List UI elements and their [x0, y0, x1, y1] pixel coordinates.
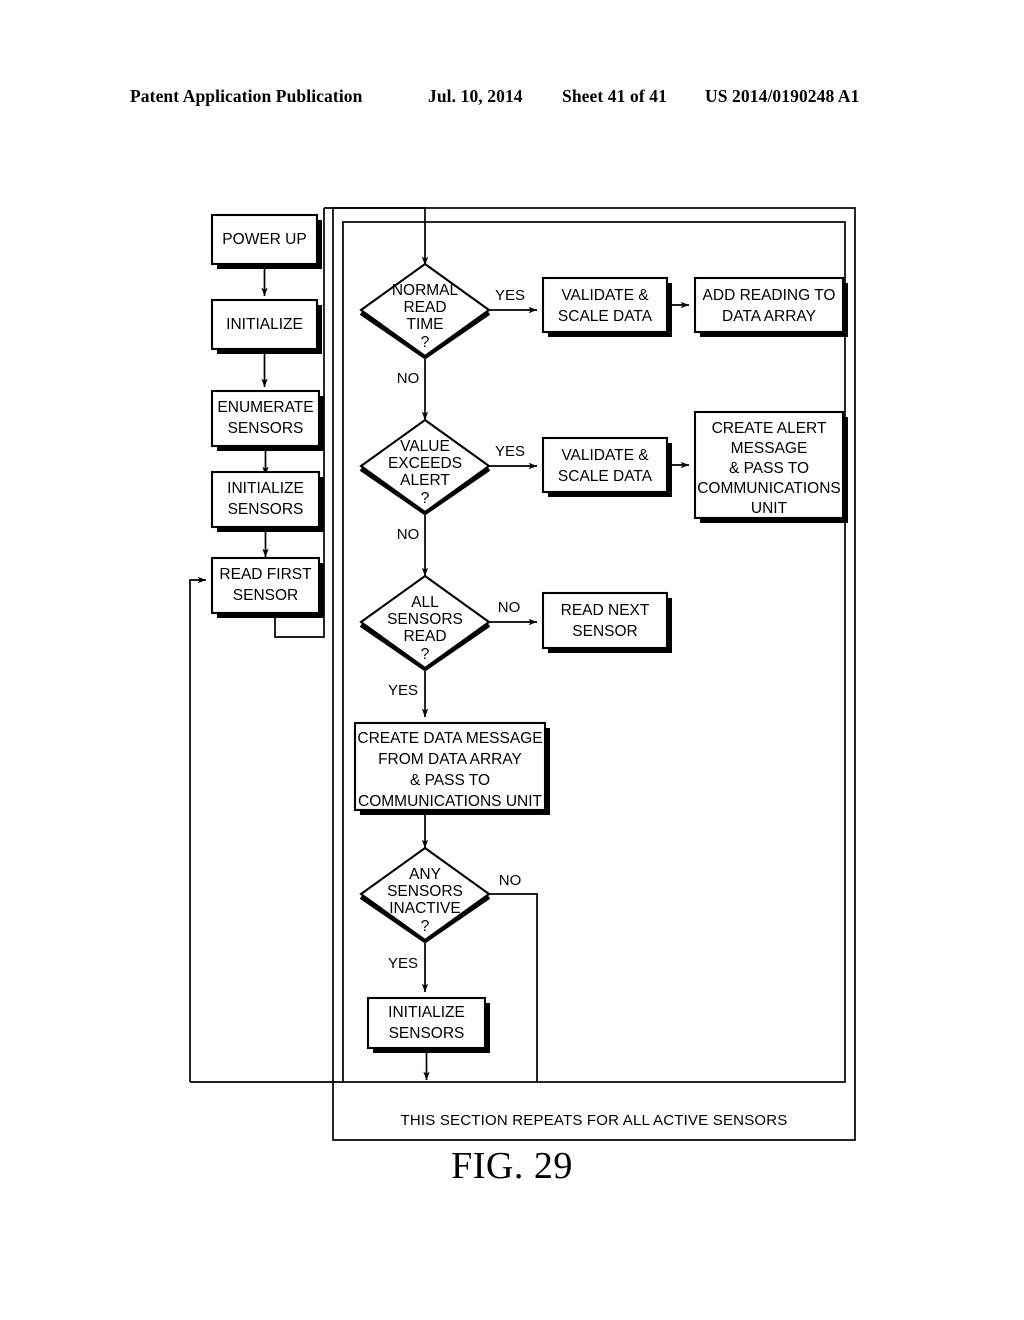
flowchart-figure: POWER UP INITIALIZE ENUMERATE SENSORS IN… [189, 207, 856, 1141]
node-create-alert-line1: CREATE ALERT [712, 420, 827, 437]
node-create-data-msg-line3: & PASS TO [410, 772, 490, 789]
node-create-data-msg-line1: CREATE DATA MESSAGE [357, 730, 542, 747]
node-any-sensors-inactive: ANY SENSORS INACTIVE ? [359, 846, 491, 943]
edge-label-yes-1: YES [495, 287, 525, 304]
edge-label-no-4: NO [499, 872, 522, 889]
node-init-sensors2-line1: INITIALIZE [388, 1004, 465, 1021]
node-value-exceeds-line3: ALERT [400, 472, 450, 489]
edge-label-yes-2: YES [495, 443, 525, 460]
node-read-next-line1: READ NEXT [561, 602, 650, 619]
node-create-alert-message: CREATE ALERT MESSAGE & PASS TO COMMUNICA… [693, 410, 848, 523]
edge-label-yes-3: YES [388, 682, 418, 699]
node-initialize: INITIALIZE [210, 298, 322, 354]
node-init-sensors2-line2: SENSORS [389, 1025, 465, 1042]
node-value-exceeds-line1: VALUE [400, 438, 450, 455]
edge-label-no-2: NO [397, 526, 420, 543]
node-all-sensors-line1: ALL [411, 594, 439, 611]
node-create-data-msg-line4: COMMUNICATIONS UNIT [358, 793, 543, 810]
edge-label-yes-4: YES [388, 955, 418, 972]
node-power-up: POWER UP [210, 213, 322, 269]
node-normal-read-time: NORMAL READ TIME ? [359, 262, 491, 359]
node-create-data-message: CREATE DATA MESSAGE FROM DATA ARRAY & PA… [353, 721, 550, 815]
node-read-first-sensor-line2: SENSOR [233, 587, 298, 604]
patent-sheet-page: Patent Application Publication Jul. 10, … [0, 0, 1024, 1320]
node-validate1-line2: SCALE DATA [558, 308, 653, 325]
node-initialize-sensors: INITIALIZE SENSORS [210, 470, 324, 532]
node-any-inactive-line3: INACTIVE [389, 900, 460, 917]
node-normal-read-time-line2: READ [403, 299, 446, 316]
node-create-data-msg-line2: FROM DATA ARRAY [378, 751, 522, 768]
node-create-alert-line3: & PASS TO [729, 460, 809, 477]
node-enumerate-sensors-line2: SENSORS [228, 420, 304, 437]
node-read-first-sensor-line1: READ FIRST [219, 566, 312, 583]
edge-label-no-1: NO [397, 370, 420, 387]
edge-loop-back-to-readfirst [189, 576, 207, 1082]
node-power-up-label: POWER UP [222, 231, 306, 248]
node-validate-scale-data-1: VALIDATE & SCALE DATA [541, 276, 672, 337]
node-initialize-label: INITIALIZE [226, 316, 303, 333]
node-add-reading: ADD READING TO DATA ARRAY [693, 276, 848, 337]
node-initialize-sensors-line2: SENSORS [228, 501, 304, 518]
edge-label-no-3: NO [498, 599, 521, 616]
node-validate2-line1: VALIDATE & [561, 447, 649, 464]
node-initialize-sensors-bottom: INITIALIZE SENSORS [366, 996, 490, 1053]
node-initialize-sensors-line1: INITIALIZE [227, 480, 304, 497]
node-all-sensors-line3: READ [403, 628, 446, 645]
node-any-inactive-line1: ANY [409, 866, 441, 883]
node-normal-read-time-line1: NORMAL [392, 282, 459, 299]
node-add-reading-line1: ADD READING TO [703, 287, 836, 304]
node-all-sensors-line4: ? [421, 646, 430, 663]
node-normal-read-time-line4: ? [421, 334, 430, 351]
node-validate-scale-data-2: VALIDATE & SCALE DATA [541, 436, 672, 497]
node-read-next-line2: SENSOR [572, 623, 637, 640]
node-value-exceeds-line2: EXCEEDS [388, 455, 462, 472]
node-create-alert-line5: UNIT [751, 500, 788, 517]
node-read-next-sensor: READ NEXT SENSOR [541, 591, 672, 653]
section-repeats-note: THIS SECTION REPEATS FOR ALL ACTIVE SENS… [400, 1112, 787, 1129]
node-read-first-sensor: READ FIRST SENSOR [210, 556, 324, 618]
edge-topentry-to-normalread [324, 207, 429, 266]
node-normal-read-time-line3: TIME [406, 316, 443, 333]
node-add-reading-line2: DATA ARRAY [722, 308, 816, 325]
node-value-exceeds-line4: ? [421, 490, 430, 507]
node-create-alert-line2: MESSAGE [731, 440, 808, 457]
node-any-inactive-line2: SENSORS [387, 883, 463, 900]
node-create-alert-line4: COMMUNICATIONS [697, 480, 841, 497]
node-all-sensors-line2: SENSORS [387, 611, 463, 628]
node-value-exceeds-alert: VALUE EXCEEDS ALERT ? [359, 418, 491, 515]
node-enumerate-sensors: ENUMERATE SENSORS [210, 389, 324, 451]
figure-label: FIG. 29 [451, 1145, 573, 1187]
edge-anyinactive-no [489, 893, 538, 1082]
node-enumerate-sensors-line1: ENUMERATE [217, 399, 313, 416]
node-all-sensors-read: ALL SENSORS READ ? [359, 574, 491, 671]
node-validate2-line2: SCALE DATA [558, 468, 653, 485]
node-validate1-line1: VALIDATE & [561, 287, 649, 304]
node-any-inactive-line4: ? [421, 918, 430, 935]
